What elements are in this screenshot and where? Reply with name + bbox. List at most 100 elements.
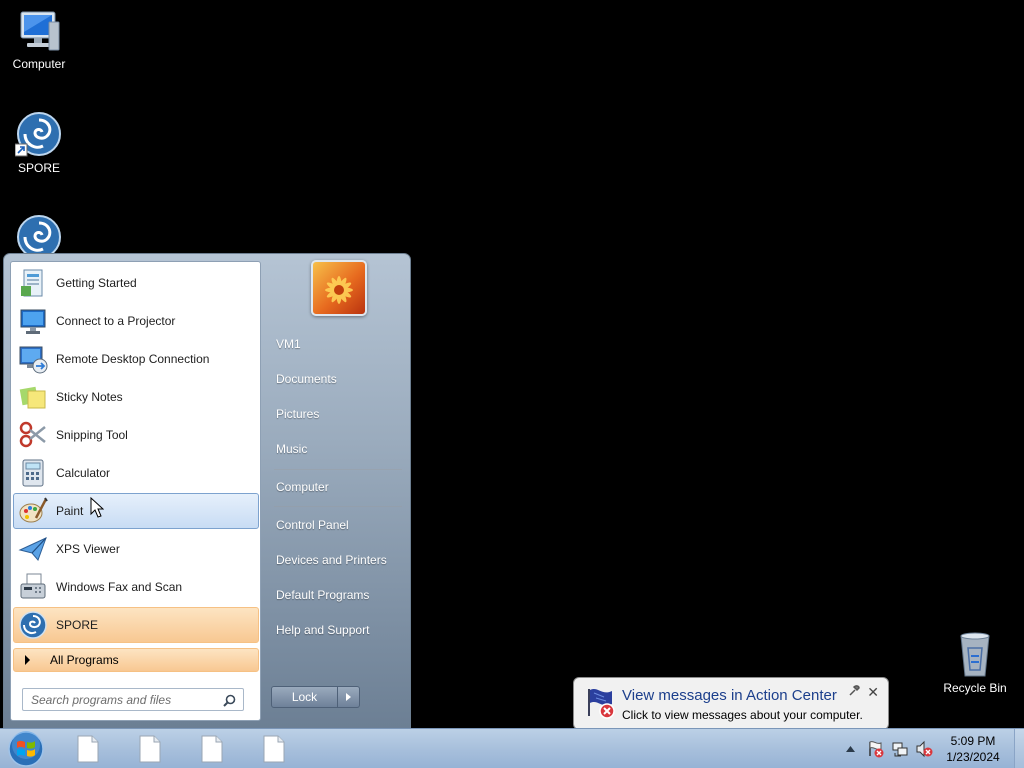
show-desktop-button[interactable] [1014, 729, 1024, 768]
mouse-cursor-icon [90, 497, 104, 518]
places-item-label: Help and Support [276, 623, 370, 637]
places-item-label: Devices and Printers [276, 553, 387, 567]
places-item-control-panel[interactable]: Control Panel [270, 510, 402, 540]
all-programs-button[interactable]: All Programs [13, 648, 259, 672]
places-item-label: Computer [276, 480, 329, 494]
blank-document-icon [263, 735, 285, 763]
lock-button[interactable]: Lock [271, 686, 338, 708]
start-button[interactable] [4, 730, 48, 768]
program-xps-viewer[interactable]: XPS Viewer [13, 531, 259, 567]
places-item-user[interactable]: VM1 [270, 329, 402, 359]
program-label: Calculator [56, 466, 111, 480]
taskbar-item-document[interactable] [60, 733, 116, 765]
search-programs-box[interactable] [22, 688, 244, 711]
taskbar-clock[interactable]: 5:09 PM 1/23/2024 [938, 733, 1008, 765]
program-label: Getting Started [56, 276, 137, 290]
desktop-icon-label: SPORE [17, 161, 60, 175]
action-center-flag-error-icon[interactable] [867, 740, 885, 758]
desktop-icon-computer[interactable]: Computer [1, 8, 77, 71]
taskbar: 5:09 PM 1/23/2024 [0, 728, 1024, 768]
program-label: Sticky Notes [56, 390, 123, 404]
power-options-arrow-button[interactable] [338, 686, 360, 708]
windows-logo-icon [8, 731, 44, 767]
calculator-icon [15, 455, 51, 491]
program-remote-desktop[interactable]: Remote Desktop Connection [13, 341, 259, 377]
places-item-devices-printers[interactable]: Devices and Printers [270, 545, 402, 575]
places-separator [274, 506, 402, 507]
xps-viewer-icon [15, 531, 51, 567]
lock-button-group: Lock [271, 686, 361, 708]
desktop-icon-label: Recycle Bin [943, 681, 1007, 695]
desktop-icon-spore[interactable]: SPORE [1, 112, 77, 175]
places-item-music[interactable]: Music [270, 434, 402, 464]
arrow-right-icon [25, 655, 30, 665]
start-menu-places-pane: VM1 Documents Pictures Music Computer Co… [266, 254, 410, 728]
places-item-label: Documents [276, 372, 337, 386]
taskbar-item-document[interactable] [184, 733, 240, 765]
close-icon[interactable]: ✕ [867, 684, 879, 701]
fax-icon [15, 569, 51, 605]
places-item-label: Pictures [276, 407, 320, 421]
volume-muted-icon[interactable] [915, 740, 933, 758]
spore-spiral-icon [15, 607, 51, 643]
places-separator [274, 469, 402, 470]
places-item-pictures[interactable]: Pictures [270, 399, 402, 429]
notification-title: View messages in Action Center [622, 687, 837, 704]
taskbar-item-document[interactable] [122, 733, 178, 765]
program-snipping-tool[interactable]: Snipping Tool [13, 417, 259, 453]
start-menu: Getting Started Connect to a Projector R… [3, 253, 411, 729]
getting-started-icon [15, 265, 51, 301]
desktop-icon-recycle-bin[interactable]: Recycle Bin [937, 630, 1013, 695]
program-label: SPORE [56, 618, 99, 632]
action-center-notification[interactable]: View messages in Action Center Click to … [573, 677, 889, 741]
system-tray [843, 729, 933, 768]
recycle-bin-icon [960, 632, 990, 677]
sticky-notes-icon [15, 379, 51, 415]
search-icon[interactable] [223, 694, 236, 710]
desktop-icon-label: Computer [12, 57, 66, 71]
program-label: Remote Desktop Connection [56, 352, 210, 366]
action-center-flag-icon [584, 686, 618, 723]
program-paint[interactable]: Paint [13, 493, 259, 529]
network-icon[interactable] [891, 740, 909, 758]
places-item-default-programs[interactable]: Default Programs [270, 580, 402, 610]
notification-body: Click to view messages about your comput… [622, 708, 863, 722]
places-item-documents[interactable]: Documents [270, 364, 402, 394]
blank-document-icon [201, 735, 223, 763]
places-item-label: Control Panel [276, 518, 349, 532]
program-getting-started[interactable]: Getting Started [13, 265, 259, 301]
program-label: Paint [56, 504, 84, 518]
chevron-right-icon [346, 693, 351, 701]
start-menu-programs-pane: Getting Started Connect to a Projector R… [10, 261, 261, 721]
places-item-label: Default Programs [276, 588, 370, 602]
blank-document-icon [139, 735, 161, 763]
search-input[interactable] [31, 692, 221, 707]
program-sticky-notes[interactable]: Sticky Notes [13, 379, 259, 415]
user-picture-avatar[interactable] [311, 260, 367, 316]
all-programs-label: All Programs [50, 653, 119, 667]
program-label: Snipping Tool [56, 428, 128, 442]
places-item-label: VM1 [276, 337, 301, 351]
paint-palette-icon [15, 493, 51, 529]
program-label: Windows Fax and Scan [56, 580, 183, 594]
blank-document-icon [77, 735, 99, 763]
show-hidden-icons-arrow[interactable] [843, 746, 857, 752]
taskbar-item-document[interactable] [246, 733, 302, 765]
program-label: XPS Viewer [56, 542, 120, 556]
remote-desktop-icon [15, 341, 51, 377]
program-calculator[interactable]: Calculator [13, 455, 259, 491]
program-spore[interactable]: SPORE [13, 607, 259, 643]
projector-icon [15, 303, 51, 339]
lock-label: Lock [291, 690, 318, 704]
clock-date: 1/23/2024 [946, 750, 1000, 764]
places-item-help-support[interactable]: Help and Support [270, 615, 402, 645]
computer-monitor-icon [20, 11, 60, 51]
places-item-label: Music [276, 442, 308, 456]
program-fax-and-scan[interactable]: Windows Fax and Scan [13, 569, 259, 605]
program-connect-to-projector[interactable]: Connect to a Projector [13, 303, 259, 339]
places-item-computer[interactable]: Computer [270, 472, 402, 502]
wrench-icon[interactable] [848, 685, 860, 700]
clock-time: 5:09 PM [950, 734, 996, 748]
scissors-icon [15, 417, 51, 453]
program-label: Connect to a Projector [56, 314, 176, 328]
